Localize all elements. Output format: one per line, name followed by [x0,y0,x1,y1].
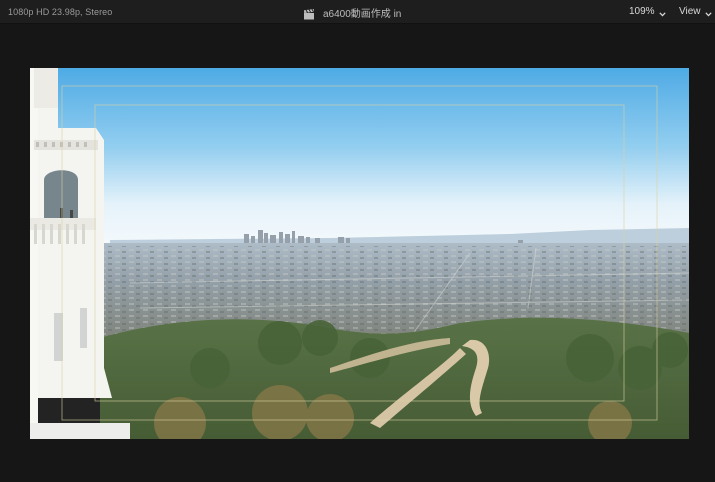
view-menu-button[interactable]: View [679,6,712,17]
chevron-down-icon [704,9,712,17]
chevron-down-icon [658,9,666,17]
video-preview-frame[interactable] [30,68,689,439]
view-menu-label: View [679,6,701,17]
project-title-text: a6400動画作成 in [323,8,402,20]
clapperboard-icon [303,7,315,19]
viewer-toolbar: 1080p HD 23.98p, Stereo a6400動画作成 in 109… [0,0,715,24]
zoom-level-value: 109% [629,6,655,17]
zoom-level-dropdown[interactable]: 109% [629,6,666,17]
project-title: a6400動画作成 in [303,5,402,20]
format-info-label: 1080p HD 23.98p, Stereo [8,7,113,17]
